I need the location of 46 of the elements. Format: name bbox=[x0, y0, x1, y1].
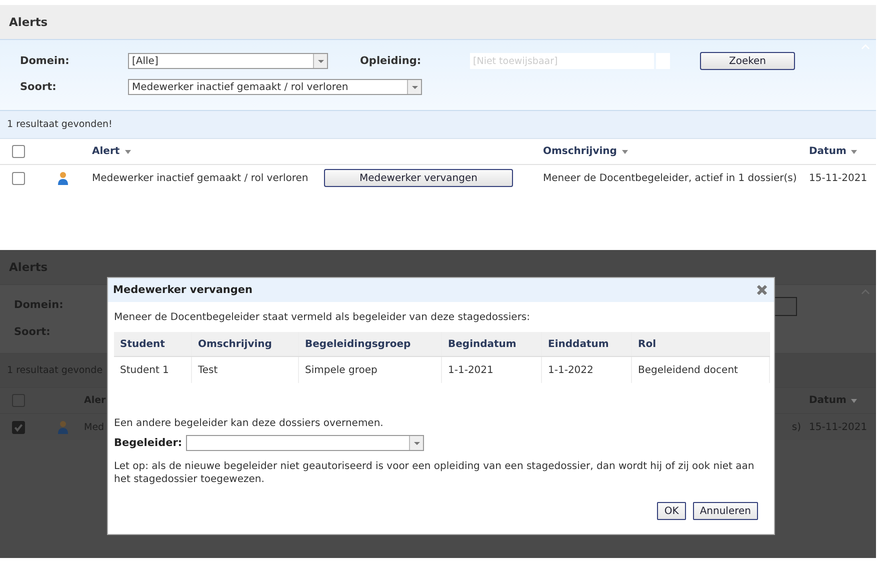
column-header[interactable]: Omschrijving bbox=[543, 146, 617, 157]
row-checkbox[interactable] bbox=[12, 420, 25, 434]
person-icon bbox=[56, 171, 68, 185]
column-header: Omschrijving bbox=[198, 338, 272, 350]
date-text: 15-11-2021 bbox=[809, 172, 868, 184]
column-header: Begindatum bbox=[448, 338, 516, 350]
domein-label: Domein: bbox=[20, 55, 70, 67]
alert-text: Medewerker inactief gemaakt / rol verloren bbox=[92, 172, 308, 184]
table-cell: 1-1-2021 bbox=[448, 364, 494, 376]
opleiding-label: Opleiding: bbox=[360, 55, 422, 67]
replace-employee-button[interactable]: Medewerker vervangen bbox=[324, 169, 513, 187]
close-icon[interactable] bbox=[756, 284, 768, 296]
column-header: Student bbox=[120, 338, 165, 350]
ok-button[interactable]: OK bbox=[657, 502, 686, 520]
intro-text: Meneer de Docentbegeleider staat vermeld als begeleider van deze stagedossiers: bbox=[114, 311, 532, 325]
table-cell: 1-1-2022 bbox=[548, 364, 594, 376]
search-button[interactable]: Zoeken bbox=[700, 52, 795, 70]
sort-caret-icon bbox=[124, 150, 131, 154]
column-header[interactable]: Datum bbox=[809, 146, 846, 157]
table-cell: Student 1 bbox=[120, 364, 169, 376]
column-header: Einddatum bbox=[548, 338, 609, 350]
chevron-up-icon[interactable] bbox=[861, 289, 870, 295]
sort-caret-icon bbox=[622, 150, 628, 154]
soort-label: Soort: bbox=[20, 81, 58, 93]
row-checkbox[interactable] bbox=[12, 172, 25, 184]
table-cell: Simpele groep bbox=[305, 364, 378, 376]
soort-select[interactable]: Medewerker inactief gemaakt / rol verloren bbox=[128, 79, 422, 95]
select-all-checkbox[interactable] bbox=[12, 145, 25, 158]
note-text: Een andere begeleider kan deze dossiers overnemen. bbox=[114, 417, 384, 430]
result-count: 1 resultaat gevonden! bbox=[7, 119, 112, 130]
begeleider-label: Begeleider: bbox=[114, 437, 182, 449]
table-cell: Test bbox=[198, 364, 218, 376]
sort-caret-icon bbox=[851, 150, 858, 154]
table-cell: Begeleidend docent bbox=[638, 364, 738, 376]
sort-caret-icon bbox=[851, 398, 858, 402]
page-title: Alerts bbox=[9, 15, 48, 29]
cancel-button[interactable]: Annuleren bbox=[692, 502, 758, 520]
column-header[interactable]: Alert bbox=[92, 146, 120, 157]
description-text: Meneer de Docentbegeleider, actief in 1 dossier(s) bbox=[543, 172, 797, 184]
column-header: Rol bbox=[638, 338, 656, 350]
begeleider-select[interactable] bbox=[186, 435, 424, 451]
warning-text: Let op: als de nieuwe begeleider niet geautoriseerd is voor een opleiding van een stagedossier, dan wordt hij of zij ook niet aan het stagedossier toegewezen. bbox=[114, 460, 756, 486]
column-header: Begeleidingsgroep bbox=[305, 338, 411, 350]
domein-select[interactable]: [Alle] bbox=[128, 53, 328, 69]
dialog-title: Medewerker vervangen bbox=[113, 284, 253, 296]
person-icon bbox=[56, 420, 68, 434]
